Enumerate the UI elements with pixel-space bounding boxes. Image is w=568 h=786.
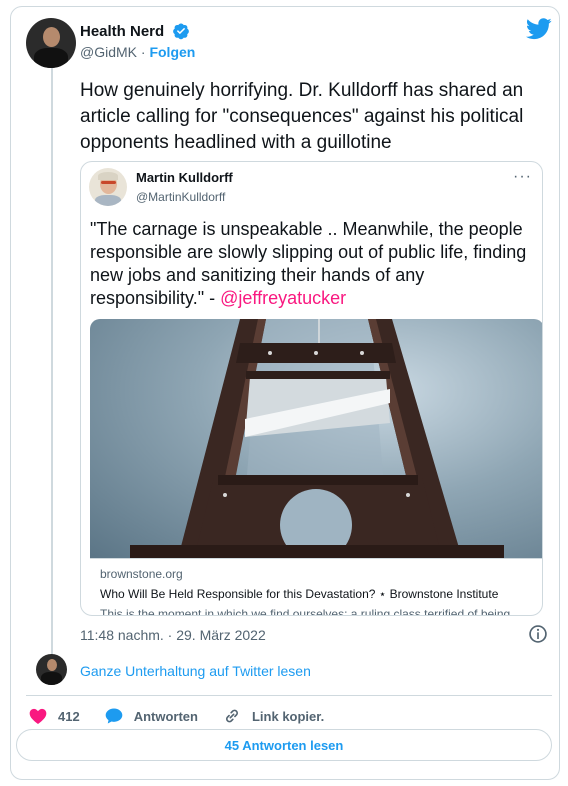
separator: · [140, 44, 146, 61]
quote-text: "The carnage is unspeakable .. Meanwhile… [90, 218, 540, 310]
conversation-avatar [36, 654, 67, 685]
link-description: This is the moment in which we find ours… [100, 607, 511, 616]
read-replies-button[interactable]: 45 Antworten lesen [16, 729, 552, 761]
quote-author-name[interactable]: Martin Kulldorff [136, 170, 233, 185]
quote-author-handle[interactable]: @MartinKulldorff [136, 190, 233, 204]
reply-label: Antworten [133, 708, 198, 724]
divider [26, 695, 552, 696]
guillotine-image[interactable] [90, 319, 542, 558]
copy-link-button[interactable]: Link kopier. [222, 706, 324, 726]
info-icon[interactable] [528, 624, 548, 644]
tweet-timestamp[interactable]: 11:48 nachm. · 29. März 2022 [80, 627, 266, 643]
link-domain: brownstone.org [100, 567, 183, 581]
copy-link-label: Link kopier. [251, 708, 325, 724]
quoted-tweet[interactable]: Martin Kulldorff @MartinKulldorff ··· "T… [80, 161, 543, 616]
read-conversation-link[interactable]: Ganze Unterhaltung auf Twitter lesen [80, 663, 311, 679]
link-title: Who Will Be Held Responsible for this De… [100, 587, 499, 601]
like-count: 412 [58, 708, 80, 724]
tweet-text: How genuinely horrifying. Dr. Kulldorff … [80, 80, 524, 153]
thread-line [51, 68, 53, 658]
link-icon [226, 709, 238, 723]
quote-author-block: Martin Kulldorff @MartinKulldorff [136, 170, 233, 204]
heart-icon [29, 708, 47, 724]
action-bar: 412 Antworten Link kopier. [28, 706, 348, 726]
verified-icon [172, 23, 189, 40]
author-handle[interactable]: @GidMK [80, 44, 137, 60]
author-avatar[interactable] [26, 18, 76, 68]
twitter-bird-icon[interactable] [526, 18, 552, 40]
author-name[interactable]: Health Nerd [80, 23, 164, 40]
guillotine-illustration [130, 319, 504, 558]
like-button[interactable]: 412 [28, 706, 80, 726]
author-subline: @GidMK · Folgen [80, 44, 195, 60]
quote-mention[interactable]: @jeffreyatucker [220, 288, 346, 308]
reply-button[interactable]: Antworten [104, 706, 198, 726]
author-block: Health Nerd @GidMK · Folgen [80, 22, 195, 61]
reply-icon [105, 708, 123, 724]
more-icon[interactable]: ··· [513, 168, 532, 186]
follow-button[interactable]: Folgen [149, 44, 195, 60]
quote-author-avatar[interactable] [89, 168, 127, 206]
link-preview[interactable]: brownstone.org Who Will Be Held Responsi… [90, 558, 542, 616]
